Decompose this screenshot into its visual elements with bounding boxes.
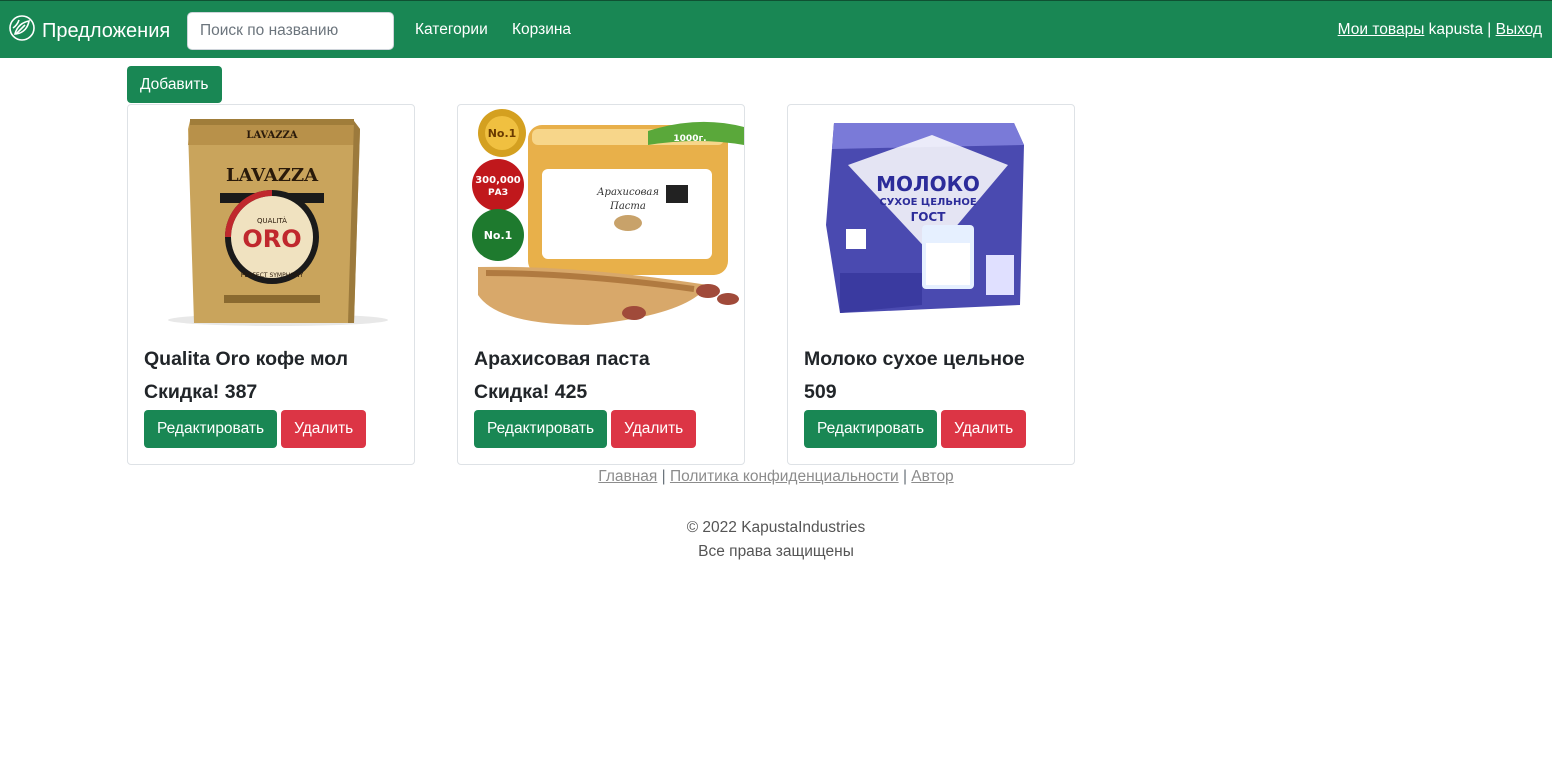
edit-button[interactable]: Редактировать [474,410,608,448]
separator: | [661,468,666,485]
brand[interactable]: Предложения [8,14,170,48]
svg-text:LAVAZZA: LAVAZZA [226,165,319,186]
svg-text:Арахисовая: Арахисовая [596,187,659,198]
nav-link-categories[interactable]: Категории [415,21,488,39]
edit-button[interactable]: Редактировать [804,410,938,448]
brand-title: Предложения [42,19,171,42]
separator: | [1487,21,1492,38]
product-price: Скидка! 425 [474,381,588,403]
navbar: Предложения Категории Корзина Мои товары… [0,0,1552,58]
product-card: МОЛОКО СУХОЕ ЦЕЛЬНОЕ ГОСТ Молоко сухое ц… [787,104,1075,465]
footer-link-author[interactable]: Автор [911,468,953,485]
username: kapusta [1428,21,1483,38]
svg-text:No.1: No.1 [488,127,517,140]
svg-text:QUALITÀ: QUALITÀ [257,216,287,225]
rights-text: Все права защищены [698,543,854,560]
delete-button[interactable]: Удалить [611,410,697,448]
my-items-link[interactable]: Мои товары [1338,21,1425,38]
footer-link-home[interactable]: Главная [598,468,657,485]
edit-button[interactable]: Редактировать [144,410,278,448]
svg-text:ГОСТ: ГОСТ [911,210,947,224]
svg-text:PERFECT SYMPHONY: PERFECT SYMPHONY [241,272,304,279]
copyright: © 2022 KapustaIndustries Все права защищ… [0,516,1552,564]
product-title: Молоко сухое цельное [804,348,1025,370]
footer-links: Главная | Политика конфиденциальности | … [0,468,1552,486]
svg-text:LAVAZZA: LAVAZZA [246,130,297,141]
search-input[interactable] [187,12,394,50]
svg-text:1000г.: 1000г. [673,134,706,144]
svg-text:РАЗ: РАЗ [488,188,508,198]
delete-button[interactable]: Удалить [281,410,367,448]
lavazza-coffee-pack-image: LAVAZZA LAVAZZA QUALITÀ ORO PERFECT SYMP… [168,119,388,326]
product-title: Арахисовая паста [474,348,650,370]
product-card: Арахисовая Паста 1000г. No.1 300,000 РАЗ… [457,104,745,465]
product-image: МОЛОКО СУХОЕ ЦЕЛЬНОЕ ГОСТ [788,105,1074,330]
product-card: LAVAZZA LAVAZZA QUALITÀ ORO PERFECT SYMP… [127,104,415,465]
copyright-text: © 2022 KapustaIndustries [686,519,866,536]
product-title: Qualita Oro кофе мол [144,348,349,370]
separator: | [902,468,907,485]
footer-link-privacy[interactable]: Политика конфиденциальности [670,468,899,485]
user-menu: Мои товары kapusta | Выход [1338,21,1542,39]
add-product-button[interactable]: Добавить [127,66,222,103]
leaf-logo-icon [8,14,36,48]
svg-text:300,000: 300,000 [475,175,521,186]
delete-button[interactable]: Удалить [941,410,1027,448]
logout-link[interactable]: Выход [1496,21,1542,38]
product-price: Скидка! 387 [144,381,258,403]
peanut-butter-jar-image: Арахисовая Паста 1000г. No.1 300,000 РАЗ… [472,109,744,325]
svg-text:МОЛОКО: МОЛОКО [876,172,980,196]
product-price: 509 [804,381,837,403]
nav-link-cart[interactable]: Корзина [512,21,571,39]
product-image: LAVAZZA LAVAZZA QUALITÀ ORO PERFECT SYMP… [128,105,414,330]
svg-text:СУХОЕ ЦЕЛЬНОЕ: СУХОЕ ЦЕЛЬНОЕ [879,197,976,208]
product-image: Арахисовая Паста 1000г. No.1 300,000 РАЗ… [458,105,744,330]
dry-milk-pack-image: МОЛОКО СУХОЕ ЦЕЛЬНОЕ ГОСТ [826,123,1024,313]
svg-text:Паста: Паста [609,201,646,212]
svg-text:ORO: ORO [242,225,301,253]
svg-text:No.1: No.1 [484,229,513,242]
